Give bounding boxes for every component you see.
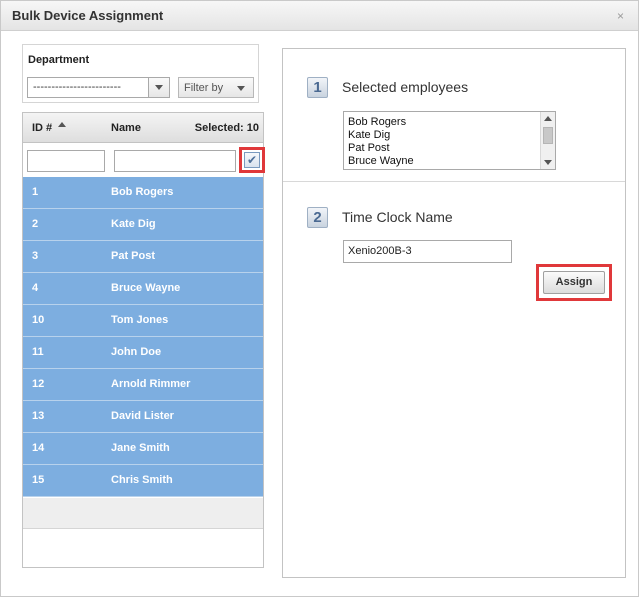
employee-grid: ID # Name Selected: 10 ✔ 1 Bob Rogers 2 Ka… bbox=[22, 112, 265, 568]
name-filter-input[interactable] bbox=[114, 150, 236, 172]
table-row[interactable]: 12 Arnold Rimmer bbox=[23, 369, 263, 401]
table-row[interactable]: 10 Tom Jones bbox=[23, 305, 263, 337]
table-row[interactable]: 4 Bruce Wayne bbox=[23, 273, 263, 305]
sort-ascending-icon[interactable] bbox=[58, 122, 66, 127]
grid-footer bbox=[23, 498, 263, 529]
selected-count: Selected: 10 bbox=[194, 122, 259, 134]
table-row[interactable]: 1 Bob Rogers bbox=[23, 177, 263, 209]
close-icon[interactable]: × bbox=[617, 9, 624, 23]
select-all-highlight: ✔ bbox=[239, 147, 265, 173]
row-name: Tom Jones bbox=[111, 314, 169, 326]
table-row[interactable]: 2 Kate Dig bbox=[23, 209, 263, 241]
department-label: Department bbox=[28, 54, 90, 66]
table-row[interactable]: 15 Chris Smith bbox=[23, 465, 263, 497]
row-name: David Lister bbox=[111, 410, 174, 422]
list-scrollbar[interactable] bbox=[540, 112, 555, 169]
selected-employees-items: Bob Rogers Kate Dig Pat Post Bruce Wayne bbox=[344, 116, 541, 168]
table-row[interactable]: 13 David Lister bbox=[23, 401, 263, 433]
row-id: 11 bbox=[32, 346, 44, 358]
department-dropdown-button[interactable] bbox=[148, 78, 169, 97]
grid-rows: 1 Bob Rogers 2 Kate Dig 3 Pat Post 4 Bruce W… bbox=[23, 177, 263, 497]
select-all-checkbox[interactable]: ✔ bbox=[244, 152, 260, 168]
row-id: 4 bbox=[32, 282, 39, 294]
row-name: Kate Dig bbox=[111, 218, 156, 230]
assignment-panel: 1 Selected employees Bob Rogers Kate Dig… bbox=[282, 48, 626, 578]
list-item[interactable]: Bob Rogers bbox=[344, 116, 541, 129]
dialog-title: Bulk Device Assignment bbox=[12, 8, 164, 23]
selected-employees-list[interactable]: Bob Rogers Kate Dig Pat Post Bruce Wayne bbox=[343, 111, 556, 170]
chevron-down-icon bbox=[237, 86, 245, 91]
row-name: Jane Smith bbox=[111, 442, 170, 454]
list-item[interactable]: Bruce Wayne bbox=[344, 155, 541, 168]
row-id: 13 bbox=[32, 410, 45, 422]
department-select-value: ------------------------ bbox=[33, 81, 121, 93]
table-row[interactable]: 3 Pat Post bbox=[23, 241, 263, 273]
bulk-device-assignment-dialog: Bulk Device Assignment × Department ----… bbox=[0, 0, 639, 597]
chevron-down-icon bbox=[155, 85, 163, 90]
list-item[interactable]: Kate Dig bbox=[344, 129, 541, 142]
assign-highlight: Assign bbox=[536, 264, 612, 301]
row-id: 2 bbox=[32, 218, 39, 230]
row-name: Pat Post bbox=[111, 250, 156, 262]
column-header-name[interactable]: Name bbox=[111, 122, 141, 134]
filter-by-select[interactable]: Filter by bbox=[178, 77, 254, 98]
scroll-down-icon[interactable] bbox=[544, 160, 552, 165]
table-row[interactable]: 11 John Doe bbox=[23, 337, 263, 369]
step-1-badge: 1 bbox=[307, 77, 328, 98]
section-divider bbox=[283, 181, 625, 182]
row-id: 14 bbox=[32, 442, 45, 454]
department-panel: Department ------------------------ Filt… bbox=[22, 44, 259, 103]
column-header-id[interactable]: ID # bbox=[32, 122, 52, 134]
step-2-badge: 2 bbox=[307, 207, 328, 228]
time-clock-name-title: Time Clock Name bbox=[342, 209, 453, 225]
grid-filter-row: ✔ bbox=[23, 144, 265, 177]
row-id: 1 bbox=[32, 186, 39, 198]
row-id: 3 bbox=[32, 250, 39, 262]
scroll-thumb[interactable] bbox=[543, 127, 553, 144]
scroll-up-icon[interactable] bbox=[544, 116, 552, 121]
time-clock-name-field[interactable]: Xenio200B-3 bbox=[343, 240, 512, 263]
checkmark-icon: ✔ bbox=[247, 153, 258, 167]
title-bar[interactable]: Bulk Device Assignment × bbox=[1, 1, 638, 31]
assign-button[interactable]: Assign bbox=[543, 271, 605, 294]
row-id: 12 bbox=[32, 378, 45, 390]
filter-by-label: Filter by bbox=[184, 82, 224, 94]
selected-employees-title: Selected employees bbox=[342, 79, 469, 95]
id-filter-input[interactable] bbox=[27, 150, 105, 172]
row-id: 15 bbox=[32, 474, 45, 486]
table-row[interactable]: 14 Jane Smith bbox=[23, 433, 263, 465]
department-select[interactable]: ------------------------ bbox=[27, 77, 170, 98]
row-name: Arnold Rimmer bbox=[111, 378, 191, 390]
row-name: John Doe bbox=[111, 346, 162, 358]
row-name: Chris Smith bbox=[111, 474, 173, 486]
row-name: Bob Rogers bbox=[111, 186, 174, 198]
row-name: Bruce Wayne bbox=[111, 282, 181, 294]
list-item[interactable]: Pat Post bbox=[344, 142, 541, 155]
grid-header: ID # Name Selected: 10 bbox=[23, 113, 263, 143]
row-id: 10 bbox=[32, 314, 45, 326]
